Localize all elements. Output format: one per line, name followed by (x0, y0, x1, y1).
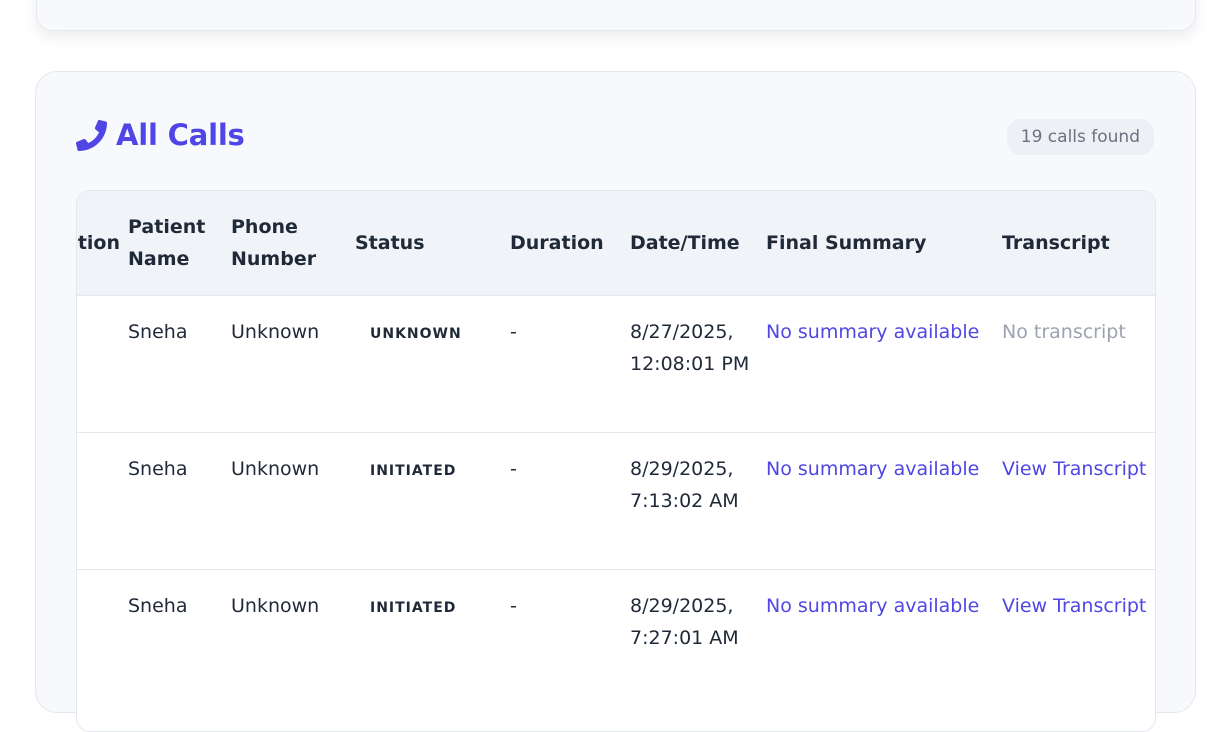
cell-transcript: No transcript (1002, 295, 1155, 432)
calls-count-badge: 19 calls found (1006, 119, 1154, 155)
card-header: All Calls 19 calls found (76, 118, 1154, 158)
cell-status: UNKNOWN (355, 295, 510, 432)
cell-transcript: View Transcript (1002, 569, 1155, 706)
summary-link[interactable]: No summary available (766, 595, 979, 617)
view-transcript-link[interactable]: View Transcript (1002, 458, 1146, 480)
summary-link[interactable]: No summary available (766, 458, 979, 480)
page-title: All Calls (116, 118, 245, 152)
status-badge: INITIATED (370, 599, 457, 616)
view-transcript-link[interactable]: View Transcript (1002, 595, 1146, 617)
column-header: Duration (77, 191, 128, 295)
cell-status: INITIATED (355, 569, 510, 706)
phone-icon (76, 119, 107, 151)
table-header-row: Duration Patient Name Phone Number Statu… (77, 191, 1155, 295)
column-header-duration-clipped: Duration (77, 231, 120, 254)
cell-transcript: View Transcript (1002, 432, 1155, 569)
column-header-duration: Duration (510, 231, 604, 254)
column-header-patient-name: Patient Name (128, 215, 206, 270)
cell-date-time: 8/29/2025, 7:27:01 AM (630, 594, 739, 649)
cell-status: INITIATED (355, 432, 510, 569)
cell-patient-name: Sneha (128, 320, 188, 343)
cell-hidden (77, 432, 128, 569)
status-badge: UNKNOWN (370, 325, 462, 342)
cell-phone-number: Unknown (231, 320, 320, 343)
transcript-unavailable: No transcript (1002, 320, 1126, 343)
table-row[interactable]: Sneha Unknown INITIATED - 8/29/2025, 7:2… (77, 569, 1155, 706)
cell-final-summary: No summary available (766, 569, 1002, 706)
previous-card (36, 0, 1196, 31)
calls-table: Duration Patient Name Phone Number Statu… (77, 191, 1155, 706)
cell-duration: - (510, 457, 517, 480)
cell-final-summary: No summary available (766, 295, 1002, 432)
table-row[interactable]: Sneha Unknown INITIATED - 8/29/2025, 7:1… (77, 432, 1155, 569)
summary-link[interactable]: No summary available (766, 321, 979, 343)
cell-phone-number: Unknown (231, 594, 320, 617)
table-row[interactable]: Sneha Unknown UNKNOWN - 8/27/2025, 12:08… (77, 295, 1155, 432)
column-header-date-time: Date/Time (630, 231, 740, 254)
column-header-status: Status (355, 231, 425, 254)
cell-duration: - (510, 594, 517, 617)
all-calls-card: All Calls 19 calls found Duration Patien… (35, 71, 1196, 732)
column-header-final-summary: Final Summary (766, 231, 927, 254)
cell-patient-name: Sneha (128, 457, 188, 480)
cell-hidden (77, 569, 128, 706)
cell-hidden (77, 295, 128, 432)
cell-phone-number: Unknown (231, 457, 320, 480)
column-header-phone-number: Phone Number (231, 215, 317, 270)
cell-date-time: 8/27/2025, 12:08:01 PM (630, 320, 750, 375)
cell-final-summary: No summary available (766, 432, 1002, 569)
cell-patient-name: Sneha (128, 594, 188, 617)
title-wrap: All Calls (76, 118, 245, 152)
column-header-transcript: Transcript (1002, 231, 1110, 254)
calls-table-container[interactable]: Duration Patient Name Phone Number Statu… (76, 190, 1156, 732)
cell-duration: - (510, 320, 517, 343)
cell-date-time: 8/29/2025, 7:13:02 AM (630, 457, 739, 512)
status-badge: INITIATED (370, 462, 457, 479)
